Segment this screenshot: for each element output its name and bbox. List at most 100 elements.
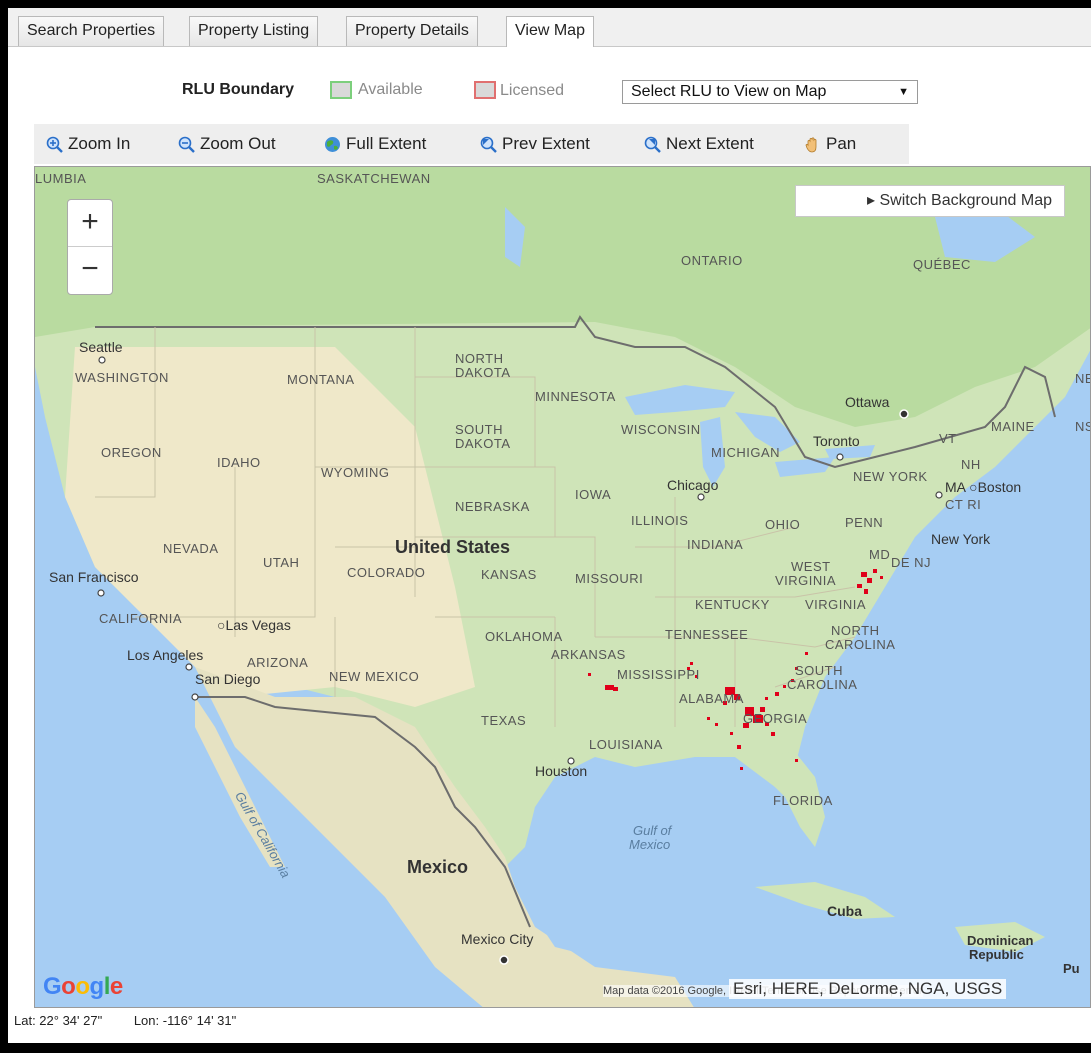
legend-title: RLU Boundary [182,81,294,98]
switch-background-map-button[interactable]: ▸ Switch Background Map [795,185,1065,217]
map-label-ontario: ONTARIO [681,253,743,268]
next-extent-icon [644,136,661,153]
map-label-montana: MONTANA [287,372,355,387]
map-label-mexico-city: Mexico City [461,931,534,947]
map-label-new-mexico: NEW MEXICO [329,669,420,684]
google-logo: Google [43,973,123,1000]
map-label-seattle: Seattle [79,339,123,355]
map-label-arkansas: ARKANSAS [551,647,626,662]
map-label-florida: FLORIDA [773,793,833,808]
map-label-dominican-1: Dominican [967,933,1034,948]
map-label-ns-edge: NS [1075,419,1090,434]
map-zoom-out-button[interactable]: − [68,247,112,293]
map-label-united-states: United States [395,537,511,557]
latitude-readout: Lat: 22° 34' 27" [14,1013,103,1028]
hand-icon [805,137,817,153]
globe-icon [325,137,340,152]
map-label-mexico: Mexico [407,857,469,877]
map-label-arizona: ARIZONA [247,655,309,670]
legend-licensed-label: Licensed [500,82,565,99]
map-label-washington: WASHINGTON [75,370,169,385]
zoom-out-icon [178,136,195,153]
map-label-houston: Houston [535,763,588,779]
map-label-missouri: MISSOURI [575,571,644,586]
map-label-san-diego: San Diego [195,671,261,687]
tab-view-map[interactable]: View Map [506,16,594,47]
map-label-wisconsin: WISCONSIN [621,422,701,437]
map-label-kentucky: KENTUCKY [695,597,770,612]
map-label-dominican-2: Republic [969,947,1024,962]
tab-search-properties[interactable]: Search Properties [18,16,165,46]
map-label-north-carolina-1: NORTH [831,623,880,638]
map-zoom-in-button[interactable]: + [68,200,112,247]
ottawa-capital-marker [899,409,909,419]
dropdown-arrow-icon: ▼ [898,86,909,98]
map-label-north-dakota-2: DAKOTA [455,365,511,380]
map-label-ottawa: Ottawa [845,394,890,410]
tab-bar: Search Properties Property Listing Prope… [8,8,1091,47]
map-label-gulf-mexico-1: Gulf of [633,823,672,838]
map-label-minnesota: MINNESOTA [535,389,616,404]
map-label-kansas: KANSAS [481,567,537,582]
licensed-swatch [474,81,496,99]
map-label-maine: MAINE [991,419,1035,434]
map-label-louisiana: LOUISIANA [589,737,663,752]
map-toolbar: Zoom In Zoom Out Full Extent Prev Extent… [34,124,909,164]
map-view[interactable]: LUMBIA SASKATCHEWAN ONTARIO QUÉBEC NE Se… [34,166,1091,1008]
available-swatch [330,81,352,99]
map-label-saskatchewan: SASKATCHEWAN [317,171,431,186]
rlu-boundary-legend: RLU Boundary Available Licensed [8,78,1091,104]
map-label-south-dakota-2: DAKOTA [455,436,511,451]
map-label-gulf-mexico-2: Mexico [629,837,671,852]
map-label-columbia: LUMBIA [35,171,87,186]
map-label-california: CALIFORNIA [99,611,183,626]
zoom-control: + − [67,199,113,295]
map-label-de-nj: DE NJ [891,555,932,570]
map-label-indiana: INDIANA [687,537,744,552]
map-label-virginia: VIRGINIA [805,597,867,612]
map-label-new-york-city: New York [931,531,991,547]
map-label-new-york: NEW YORK [853,469,928,484]
map-label-michigan: MICHIGAN [711,445,780,460]
esri-credit: Esri, HERE, DeLorme, NGA, USGS [729,979,1007,999]
prev-extent-label: Prev Extent [502,134,590,153]
map-label-wyoming: WYOMING [321,465,390,480]
map-label-utah: UTAH [263,555,300,570]
map-label-iowa: IOWA [575,487,612,502]
map-label-georgia: GEORGIA [743,711,808,726]
zoom-out-label: Zoom Out [200,134,276,153]
map-label-alabama: ALABAMA [679,691,744,706]
map-label-ct-ri: CT RI [945,497,982,512]
map-label-pu-edge: Pu [1063,961,1080,976]
map-label-colorado: COLORADO [347,565,426,580]
map-label-ne-edge: NE [1075,371,1090,386]
map-label-las-vegas: ○Las Vegas [217,617,291,633]
map-label-mississippi: MISSISSIPPI [617,667,700,682]
map-label-ma-boston: MA ○Boston [945,479,1022,495]
mexico-city-capital-marker [499,955,509,965]
basemap [35,167,1090,1007]
map-label-chicago: Chicago [667,477,719,493]
map-label-oregon: OREGON [101,445,162,460]
map-label-quebec: QUÉBEC [913,257,971,272]
rlu-select-dropdown[interactable]: Select RLU to View on Map ▼ [622,80,918,104]
map-label-tennessee: TENNESSEE [665,627,749,642]
map-label-penn: PENN [845,515,884,530]
map-label-illinois: ILLINOIS [631,513,689,528]
map-label-los-angeles: Los Angeles [127,647,204,663]
full-extent-label: Full Extent [346,134,427,153]
map-label-texas: TEXAS [481,713,527,728]
map-label-nh: NH [961,457,981,472]
map-label-cuba: Cuba [827,903,862,919]
tab-property-listing[interactable]: Property Listing [189,16,319,46]
longitude-readout: Lon: -116° 14' 31" [133,1013,237,1028]
map-panel: Search Properties Property Listing Prope… [8,8,1091,1043]
coordinate-readout: Lat: 22° 34' 27" Lon: -116° 14' 31" [14,1013,236,1028]
map-label-south-dakota-1: SOUTH [455,422,503,437]
prev-extent-icon [480,136,497,153]
map-label-toronto: Toronto [813,433,860,449]
map-label-west-virginia-1: WEST [791,559,831,574]
tab-property-details[interactable]: Property Details [346,16,478,46]
map-label-west-virginia-2: VIRGINIA [775,573,837,588]
rlu-select-value: Select RLU to View on Map [631,83,827,100]
